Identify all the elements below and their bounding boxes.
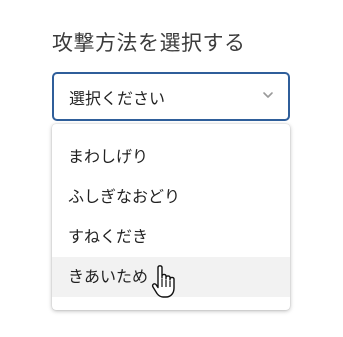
hand-pointer-icon	[151, 265, 175, 298]
select-value: 選択ください	[69, 89, 166, 108]
option-sunekudaki[interactable]: すねくだき	[52, 217, 290, 257]
option-mawashigeri[interactable]: まわしげり	[52, 137, 290, 177]
field-label: 攻撃方法を選択する	[52, 31, 246, 55]
option-fushiginaodori[interactable]: ふしぎなおどり	[52, 177, 290, 217]
page: 攻撃方法を選択する 選択ください まわしげり ふしぎなおどり すねくだき きあい…	[0, 0, 343, 337]
attack-method-select[interactable]: 選択ください	[52, 72, 290, 121]
chevron-down-icon	[263, 92, 273, 98]
